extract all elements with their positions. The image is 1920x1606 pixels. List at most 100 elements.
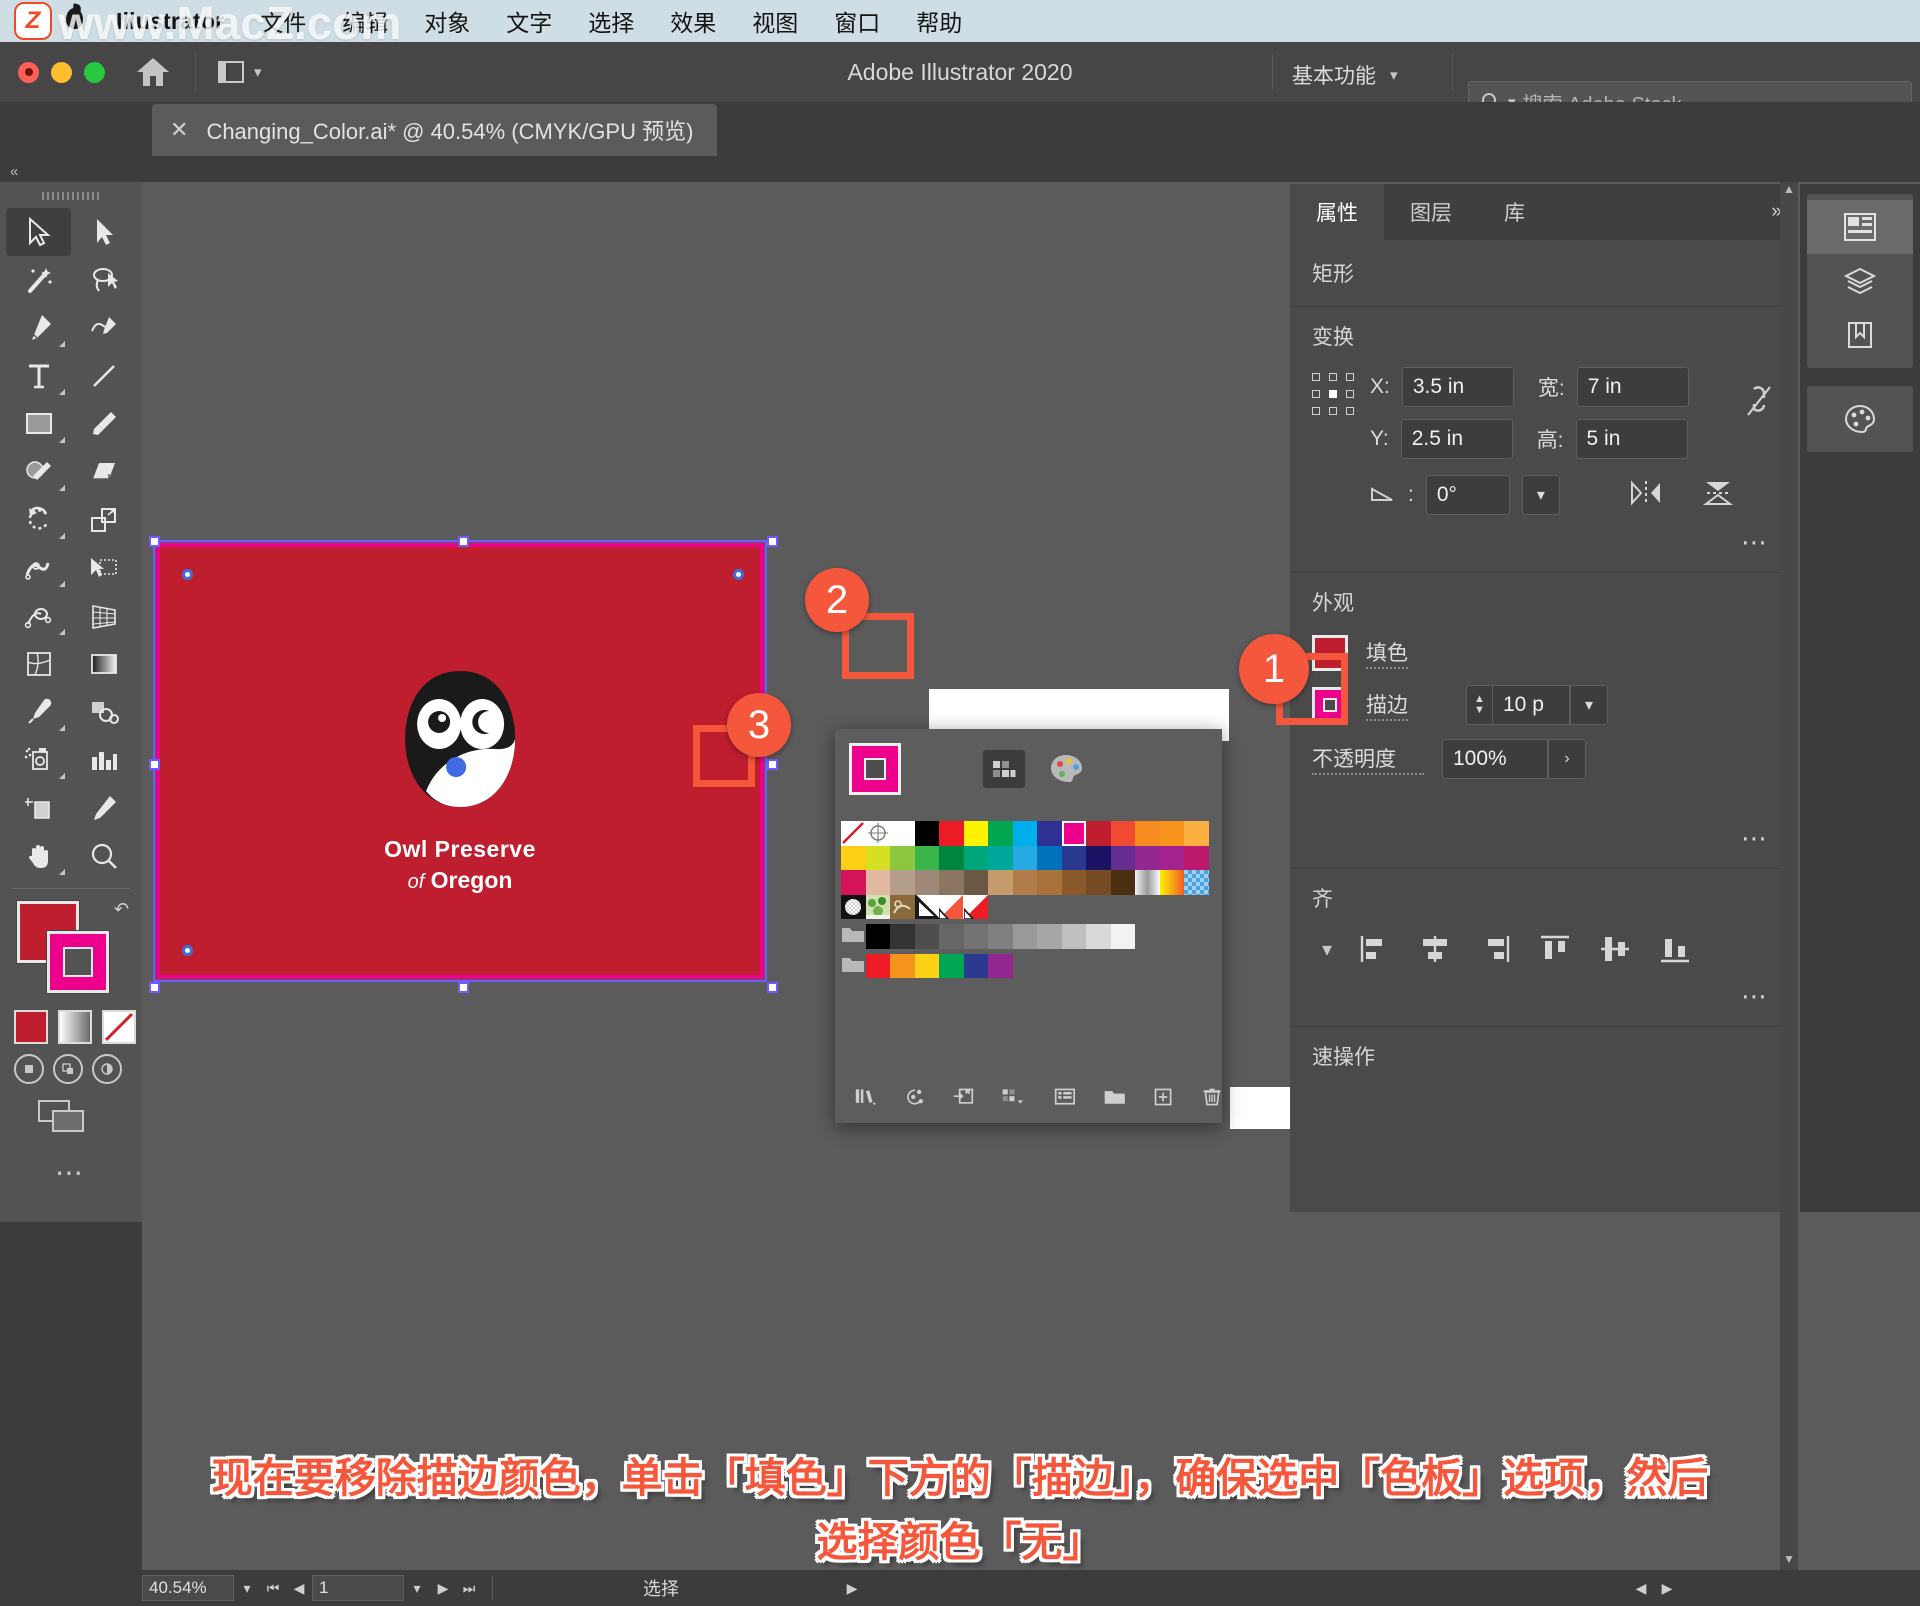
swatch-pattern-ornament[interactable]	[890, 894, 915, 919]
pen-tool[interactable]	[6, 304, 71, 352]
last-page-icon[interactable]: ⏭	[456, 1575, 482, 1601]
panel-grip[interactable]	[42, 192, 100, 200]
swatch-gray-10[interactable]	[1110, 924, 1135, 949]
swatch-tomato[interactable]	[1110, 821, 1135, 846]
swatch-blue[interactable]	[1037, 821, 1062, 846]
swatch-grp-orange[interactable]	[890, 953, 915, 978]
hand-tool[interactable]	[6, 832, 71, 880]
close-icon[interactable]: ✕	[170, 119, 188, 141]
close-window-button[interactable]	[18, 61, 39, 83]
align-center-h-icon[interactable]	[1418, 933, 1452, 965]
swatch-black[interactable]	[914, 821, 939, 846]
swatch-orange-2[interactable]	[1159, 821, 1184, 846]
swatch-brown-5[interactable]	[1037, 870, 1062, 895]
selection-handle[interactable]	[149, 982, 160, 993]
swatch-brown-2[interactable]	[963, 870, 988, 895]
stroke-color-swatch[interactable]	[46, 930, 110, 994]
align-right-icon[interactable]	[1478, 933, 1512, 965]
swatch-gradient-orange[interactable]	[1159, 870, 1184, 895]
perspective-grid-tool[interactable]	[71, 592, 136, 640]
page-chevron-down-icon[interactable]: ▾	[404, 1575, 430, 1601]
swatch-gray-9[interactable]	[1086, 924, 1111, 949]
swatch-pattern-blue[interactable]	[1184, 870, 1209, 895]
layers-panel-icon[interactable]	[1807, 254, 1913, 308]
color-mixer-button[interactable]	[1049, 753, 1085, 785]
menu-item-view[interactable]: 视图	[752, 4, 798, 38]
stroke-weight-dropdown[interactable]: ▾	[1570, 685, 1608, 725]
gradient-tool[interactable]	[71, 640, 136, 688]
rectangle-tool[interactable]	[6, 400, 71, 448]
stroke-weight-control[interactable]: ▲ ▼ 10 p ▾	[1466, 685, 1608, 725]
swatch-lime[interactable]	[865, 845, 890, 870]
selection-handle[interactable]	[767, 759, 778, 770]
mesh-tool[interactable]	[6, 640, 71, 688]
next-page-icon[interactable]: ▶	[430, 1575, 456, 1601]
swatch-dark-green[interactable]	[939, 845, 964, 870]
swatch-grp-blue[interactable]	[963, 953, 988, 978]
scroll-right-icon[interactable]: ▶	[1654, 1575, 1680, 1601]
swatch-purple-2[interactable]	[1135, 845, 1160, 870]
direct-selection-tool[interactable]	[71, 208, 136, 256]
type-tool[interactable]	[6, 352, 71, 400]
angle-field[interactable]: 0°	[1425, 475, 1510, 515]
scroll-down-icon[interactable]: ▼	[1780, 1552, 1798, 1566]
swatch-gray-4[interactable]	[963, 924, 988, 949]
swatch-brown-1[interactable]	[939, 870, 964, 895]
line-segment-tool[interactable]	[71, 352, 136, 400]
tab-layers[interactable]: 图层	[1384, 184, 1478, 240]
swatch-gray-8[interactable]	[1061, 924, 1086, 949]
swatch-brown-4[interactable]	[1012, 870, 1037, 895]
menu-item-help[interactable]: 帮助	[916, 4, 962, 38]
align-top-icon[interactable]	[1538, 933, 1572, 965]
eyedropper-tool[interactable]	[6, 688, 71, 736]
delete-swatch-icon[interactable]	[1202, 1085, 1222, 1109]
swatch-corner-red[interactable]	[963, 894, 988, 919]
column-graph-tool[interactable]	[71, 736, 136, 784]
curvature-tool[interactable]	[71, 304, 136, 352]
swatch-corner-orange[interactable]	[939, 894, 964, 919]
swap-fill-stroke-icon[interactable]: ↶	[114, 899, 129, 920]
swatch-navy[interactable]	[1061, 845, 1086, 870]
swatch-brown-8[interactable]	[1110, 870, 1135, 895]
appearance-more-options-icon[interactable]: ⋯	[1741, 823, 1770, 853]
swatch-brown-7[interactable]	[1086, 870, 1111, 895]
window-controls[interactable]	[18, 61, 105, 83]
stepper-icon[interactable]: ▲ ▼	[1466, 685, 1492, 725]
menu-item-window[interactable]: 窗口	[834, 4, 880, 38]
more-tools-icon[interactable]: ⋯	[0, 1156, 142, 1189]
arrange-documents-button[interactable]: ▾	[218, 61, 262, 83]
document-tab[interactable]: ✕ Changing_Color.ai* @ 40.54% (CMYK/GPU …	[152, 104, 718, 156]
paintbrush-tool[interactable]	[71, 400, 136, 448]
y-field[interactable]: 2.5 in	[1400, 419, 1513, 459]
artboard-tool[interactable]	[6, 784, 71, 832]
swatch-grid[interactable]	[841, 821, 1213, 978]
menu-item-select[interactable]: 选择	[588, 4, 634, 38]
swatch-options-icon[interactable]	[1054, 1085, 1076, 1109]
registration-swatch[interactable]	[865, 821, 890, 846]
swatch-tan-1[interactable]	[865, 870, 890, 895]
swatch-teal-2[interactable]	[988, 845, 1013, 870]
swatch-folder-icon[interactable]	[841, 954, 866, 979]
color-group-link-icon[interactable]	[904, 1085, 926, 1109]
swatch-corner-black[interactable]	[914, 894, 939, 919]
swatch-sky[interactable]	[1012, 845, 1037, 870]
height-field[interactable]: 5 in	[1575, 419, 1688, 459]
lasso-tool[interactable]	[71, 256, 136, 304]
menu-item-effect[interactable]: 效果	[670, 4, 716, 38]
page-number-field[interactable]: 1	[312, 1575, 404, 1601]
flip-horizontal-icon[interactable]	[1628, 479, 1664, 512]
flip-vertical-icon[interactable]	[1702, 478, 1734, 513]
swatch-yellow[interactable]	[963, 821, 988, 846]
swatch-cyan[interactable]	[1012, 821, 1037, 846]
menu-item-type[interactable]: 文字	[506, 4, 552, 38]
swatch-grp-green[interactable]	[939, 953, 964, 978]
menu-item-edit[interactable]: 编辑	[342, 4, 388, 38]
blend-tool[interactable]	[71, 688, 136, 736]
swatch-wine[interactable]	[1184, 845, 1209, 870]
reference-point-selector[interactable]	[1312, 373, 1356, 417]
screen-mode-icon[interactable]	[38, 1100, 90, 1134]
tab-libraries[interactable]: 库	[1478, 184, 1551, 240]
swatch-magenta-selected[interactable]	[1061, 821, 1086, 846]
swatch-gray-6[interactable]	[1012, 924, 1037, 949]
zoom-chevron-down-icon[interactable]: ▾	[234, 1575, 260, 1601]
